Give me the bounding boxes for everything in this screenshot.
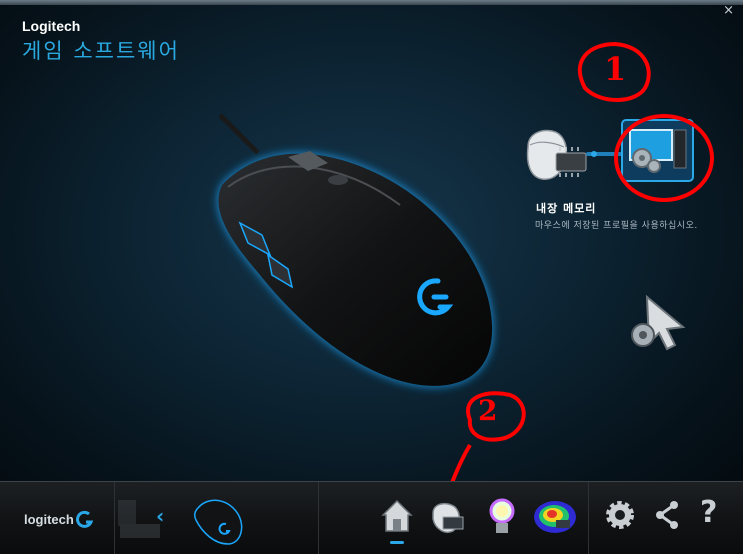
mouse-product-image [218,113,493,386]
annotation-label-1: 1 [604,50,627,88]
title-bar [0,0,743,5]
previous-device-icon[interactable] [116,494,160,546]
customize-buttons-icon[interactable] [427,497,467,537]
bottom-toolbar: logitech ‹ ? [0,481,743,554]
computer-settings-icon[interactable] [620,118,695,183]
mode-title: 내장 메모리 [536,202,597,215]
app-window: × Logitech 게임 소프트웨어 내장 메모리 마우스에 저장된 프로필을… [0,0,743,554]
share-icon[interactable] [652,499,682,531]
close-button[interactable]: × [723,3,734,18]
onboard-memory-mouse-icon[interactable] [520,125,595,185]
home-active-indicator [390,541,404,544]
help-icon[interactable]: ? [700,495,717,530]
divider [588,482,589,554]
logitech-g-logo-icon [76,510,94,528]
divider [114,482,115,554]
device-back-chevron[interactable]: ‹ [156,504,164,528]
divider [318,482,319,554]
app-title: 게임 소프트웨어 [22,39,180,63]
heatmap-icon[interactable] [532,498,578,536]
brand-name: Logitech [22,18,81,34]
current-device-mouse-icon[interactable] [188,490,248,550]
logitech-logo-text: logitech [24,512,74,527]
settings-gear-icon[interactable] [604,499,636,531]
pointer-settings-icon[interactable] [625,293,687,355]
mode-description: 마우스에 저장된 프로필을 사용하십시오. [535,221,698,231]
annotation-label-2: 2 [478,394,498,427]
home-icon[interactable] [380,497,414,535]
lighting-icon[interactable] [484,497,520,537]
